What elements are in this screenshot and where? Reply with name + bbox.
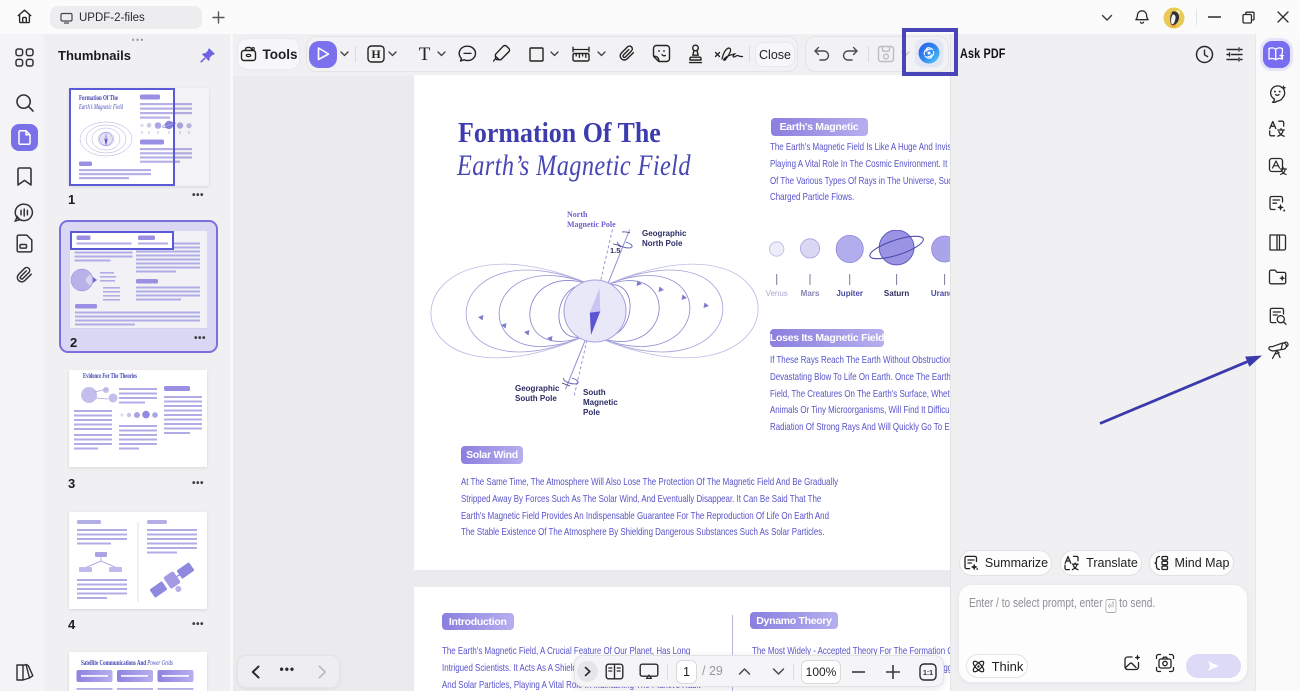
svg-text:North Pole: North Pole	[642, 239, 683, 248]
svg-text:Evidence For The Theories: Evidence For The Theories	[83, 372, 137, 380]
svg-text:Magnetic: Magnetic	[583, 398, 618, 407]
svg-text:1.5: 1.5	[610, 246, 620, 255]
svg-text:Venus: Venus	[766, 289, 788, 298]
svg-text:South Pole: South Pole	[515, 394, 557, 403]
svg-text:Saturn: Saturn	[884, 289, 909, 298]
svg-text:South: South	[583, 388, 606, 397]
svg-text:H: H	[371, 47, 381, 61]
svg-text:Magnetic Pole: Magnetic Pole	[567, 220, 616, 229]
svg-text:Uranus: Uranus	[931, 289, 950, 298]
svg-text:Pole: Pole	[583, 408, 600, 417]
svg-text:Geographic: Geographic	[515, 384, 560, 393]
svg-text:Geographic: Geographic	[642, 229, 687, 238]
svg-text:T: T	[419, 44, 431, 63]
svg-text:Satellite Communications And P: Satellite Communications And Power Grids	[81, 659, 173, 667]
svg-text:North: North	[567, 210, 588, 219]
svg-text:Mars: Mars	[801, 289, 820, 298]
svg-text:1:1: 1:1	[923, 670, 933, 677]
svg-text:Jupiter: Jupiter	[836, 289, 863, 298]
